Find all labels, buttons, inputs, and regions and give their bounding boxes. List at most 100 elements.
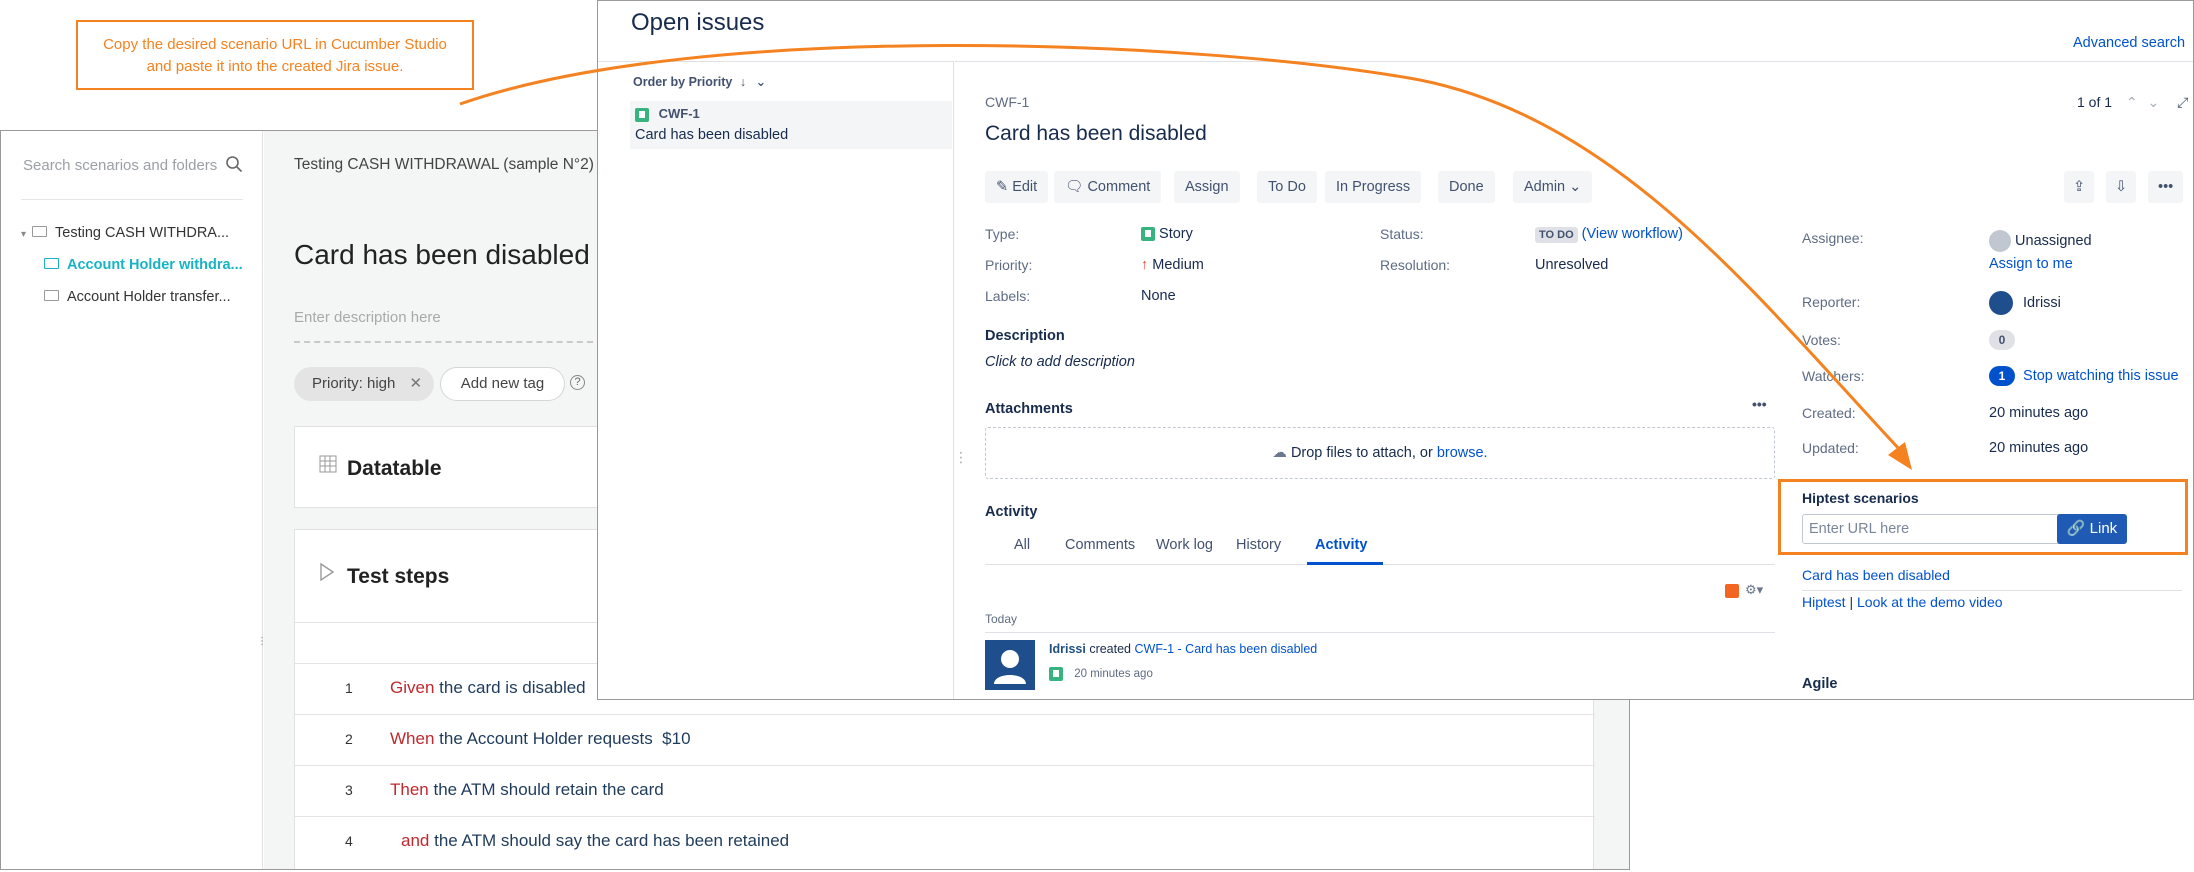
callout-line-1: Copy the desired scenario URL in Cucumbe… bbox=[103, 36, 447, 53]
next-icon[interactable]: ⌄ bbox=[2148, 94, 2160, 110]
edit-button[interactable]: ✎ Edit bbox=[985, 171, 1049, 203]
test-steps-title[interactable]: Test steps bbox=[347, 565, 449, 589]
demo-video-link[interactable]: Look at the demo video bbox=[1857, 594, 2003, 610]
scenario-search-input[interactable]: Search scenarios and folders bbox=[23, 157, 243, 174]
story-icon bbox=[635, 107, 649, 122]
share-button[interactable]: ⇪ bbox=[2064, 171, 2095, 203]
status-lozenge[interactable]: TO DO bbox=[1535, 227, 1578, 243]
search-icon[interactable] bbox=[225, 155, 243, 173]
edit-label: Edit bbox=[1012, 179, 1038, 195]
more-actions-button[interactable]: ••• bbox=[2148, 171, 2184, 203]
scenario-title[interactable]: Card has been disabled bbox=[294, 239, 590, 271]
status-label: Status: bbox=[1380, 226, 1424, 242]
view-workflow-link[interactable]: (View workflow) bbox=[1582, 226, 1683, 242]
arrow-down-icon[interactable]: ↓ bbox=[740, 75, 746, 89]
settings-gear-icon[interactable]: ⚙▾ bbox=[1745, 582, 1763, 598]
pencil-icon: ✎ bbox=[996, 179, 1009, 195]
activity-user-link[interactable]: Idrissi bbox=[1049, 642, 1086, 656]
scenario-sidebar: Search scenarios and folders ▾ Testing CA… bbox=[1, 131, 267, 869]
issue-title[interactable]: Card has been disabled bbox=[985, 122, 1207, 146]
votes-label: Votes: bbox=[1802, 332, 1841, 348]
browse-link[interactable]: browse. bbox=[1437, 445, 1488, 461]
attachments-heading: Attachments bbox=[985, 401, 1073, 417]
activity-issue-link[interactable]: CWF-1 - Card has been disabled bbox=[1135, 642, 1318, 656]
linked-scenario-link[interactable]: Card has been disabled bbox=[1802, 567, 1950, 583]
drop-text: Drop files to attach, or bbox=[1290, 445, 1433, 461]
caret-down-icon[interactable]: ▾ bbox=[21, 229, 26, 240]
share-icon: ⇪ bbox=[2073, 179, 2086, 195]
step-number: 2 bbox=[345, 731, 353, 747]
done-button[interactable]: Done bbox=[1438, 171, 1495, 203]
expand-icon[interactable]: ⤢ bbox=[2177, 94, 2188, 110]
rss-icon[interactable] bbox=[1725, 584, 1739, 598]
tree-item-label: Account Holder withdra... bbox=[67, 257, 243, 273]
description-heading: Description bbox=[985, 328, 1065, 344]
user-avatar-icon bbox=[994, 650, 1026, 684]
chevron-down-icon[interactable]: ⌄ bbox=[756, 75, 766, 89]
attachment-dropzone[interactable]: ☁ Drop files to attach, or browse. bbox=[985, 427, 1775, 479]
list-item-key: CWF-1 bbox=[658, 106, 700, 121]
export-button[interactable]: ⇩ bbox=[2106, 171, 2137, 203]
tab-work-log[interactable]: Work log bbox=[1156, 537, 1213, 553]
tab-history[interactable]: History bbox=[1236, 537, 1281, 553]
created-value: 20 minutes ago bbox=[1989, 405, 2089, 421]
instruction-callout: Copy the desired scenario URL in Cucumbe… bbox=[76, 20, 474, 90]
add-tag-button[interactable]: Add new tag bbox=[440, 367, 565, 401]
prev-icon[interactable]: ⌃ bbox=[2126, 94, 2138, 110]
story-icon bbox=[1049, 667, 1063, 681]
assignee-value: Unassigned bbox=[1989, 230, 2092, 252]
watchers-badge[interactable]: 1 bbox=[1989, 366, 2015, 386]
issue-list-item[interactable]: CWF-1 Card has been disabled bbox=[630, 101, 952, 149]
step-row[interactable]: 4 and the ATM should say the card has be… bbox=[295, 816, 1595, 867]
agile-heading: Agile bbox=[1802, 676, 1838, 692]
reporter-avatar-icon[interactable] bbox=[1989, 291, 2013, 315]
breadcrumb-folder[interactable]: Testing CASH WITHDRAWAL (sample N°2) bbox=[294, 156, 594, 173]
assign-to-me-link[interactable]: Assign to me bbox=[1989, 256, 2073, 272]
datatable-title[interactable]: Datatable bbox=[347, 457, 442, 481]
labels-label: Labels: bbox=[985, 288, 1031, 304]
stop-watching-link[interactable]: Stop watching this issue bbox=[2023, 368, 2179, 384]
issue-key[interactable]: CWF-1 bbox=[985, 94, 1029, 110]
reporter-label: Reporter: bbox=[1802, 294, 1861, 310]
tab-all[interactable]: All bbox=[1014, 537, 1030, 553]
labels-value[interactable]: None bbox=[1141, 288, 1176, 304]
tree-item-testing-cash[interactable]: ▾ Testing CASH WITHDRA... bbox=[21, 225, 229, 241]
todo-button[interactable]: To Do bbox=[1257, 171, 1317, 203]
help-icon[interactable]: ? bbox=[570, 375, 585, 390]
updated-value: 20 minutes ago bbox=[1989, 440, 2089, 456]
hiptest-footer: Hiptest | Look at the demo video bbox=[1802, 594, 2003, 610]
assign-button[interactable]: Assign bbox=[1174, 171, 1240, 203]
remove-tag-icon[interactable]: ✕ bbox=[410, 375, 423, 392]
avatar[interactable] bbox=[985, 640, 1035, 690]
comment-button[interactable]: 🗨 Comment bbox=[1054, 171, 1162, 203]
activity-time: 20 minutes ago bbox=[1074, 668, 1153, 681]
page-title: Open issues bbox=[631, 9, 765, 36]
description-field[interactable]: Click to add description bbox=[985, 354, 1135, 370]
resolution-label: Resolution: bbox=[1380, 257, 1451, 273]
priority-label: Priority: bbox=[985, 257, 1033, 273]
activity-entry: Idrissi created CWF-1 - Card has been di… bbox=[1049, 642, 1317, 656]
in-progress-button[interactable]: In Progress bbox=[1325, 171, 1422, 203]
hiptest-divider bbox=[1802, 590, 2182, 591]
votes-value[interactable]: 0 bbox=[1989, 330, 2015, 350]
tree-item-account-transfer[interactable]: Account Holder transfer... bbox=[44, 289, 231, 305]
story-icon bbox=[1141, 227, 1155, 242]
tree-item-label: Testing CASH WITHDRA... bbox=[55, 225, 230, 241]
tree-item-account-withdraw[interactable]: Account Holder withdra... bbox=[44, 257, 243, 273]
play-icon[interactable] bbox=[319, 562, 335, 582]
chevron-down-icon: ⌄ bbox=[1569, 179, 1582, 195]
step-row[interactable]: 3 Then the ATM should retain the card bbox=[295, 765, 1595, 816]
priority-value: ↑ Medium bbox=[1141, 257, 1204, 273]
step-keyword: Then bbox=[390, 780, 429, 799]
advanced-search-link[interactable]: Advanced search bbox=[2073, 35, 2185, 51]
hiptest-link[interactable]: Hiptest bbox=[1802, 594, 1846, 610]
scenario-description-field[interactable]: Enter description here bbox=[294, 309, 441, 326]
step-row[interactable]: 2 When the Account Holder requests $10 bbox=[295, 714, 1595, 765]
order-by-dropdown[interactable]: Order by Priority ↓ ⌄ bbox=[633, 74, 766, 89]
tab-activity[interactable]: Activity bbox=[1315, 537, 1367, 553]
pager: 1 of 1 ⌃ ⌄ ⤢ bbox=[2077, 94, 2188, 111]
attachments-more-icon[interactable]: ••• bbox=[1752, 396, 1767, 412]
tab-comments[interactable]: Comments bbox=[1065, 537, 1135, 553]
admin-button[interactable]: Admin ⌄ bbox=[1513, 171, 1593, 203]
priority-tag[interactable]: Priority: high ✕ bbox=[294, 367, 434, 401]
